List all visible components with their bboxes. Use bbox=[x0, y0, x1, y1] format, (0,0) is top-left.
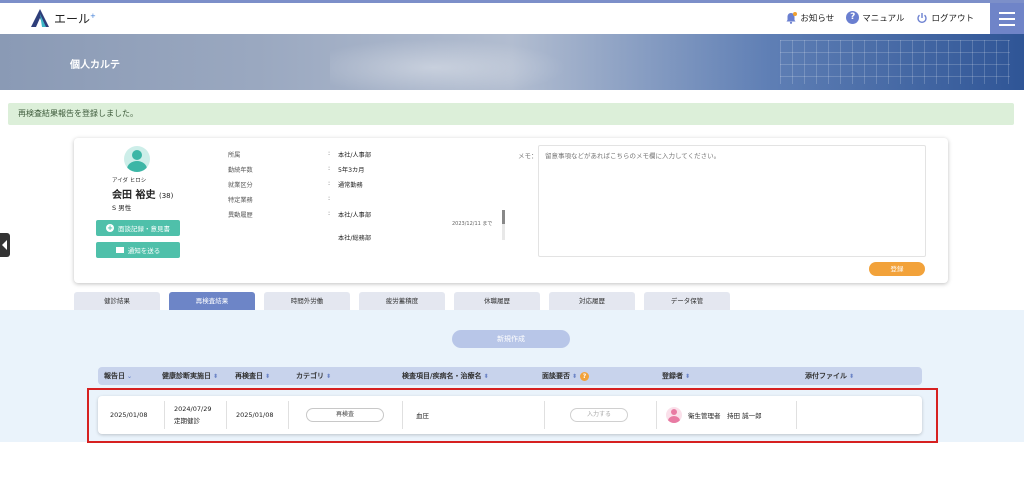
tab-recheck-results[interactable]: 再検査結果 bbox=[169, 292, 255, 310]
sort-icon: ⬍ bbox=[483, 373, 489, 380]
bell-icon bbox=[786, 11, 798, 24]
register-button[interactable]: 登録 bbox=[869, 262, 925, 276]
page-banner: 個人カルテ bbox=[0, 34, 1024, 90]
sidebar-toggle-button[interactable] bbox=[0, 233, 10, 257]
logo-icon bbox=[31, 9, 49, 27]
top-bar: エール+ お知らせ ? マニュアル ログアウト bbox=[0, 0, 1024, 34]
logout-label: ログアウト bbox=[931, 13, 974, 24]
col-exam-date[interactable]: 健康診断実施日 ⬍ bbox=[162, 367, 218, 385]
hamburger-icon bbox=[999, 11, 1015, 14]
col-registrant[interactable]: 登録者 ⬍ bbox=[662, 367, 690, 385]
table-header: 報告日 ⌄ 健康診断実施日 ⬍ 再検査日 ⬍ カテゴリ ⬍ 検査項目/疾病名・治療名 ⬍ … bbox=[98, 367, 922, 385]
manual-link[interactable]: ? マニュアル bbox=[846, 11, 904, 24]
hamburger-menu-button[interactable] bbox=[990, 3, 1024, 34]
logout-link[interactable]: ログアウト bbox=[916, 12, 974, 24]
col-item[interactable]: 検査項目/疾病名・治療名 ⬍ bbox=[402, 367, 489, 385]
memo-label: メモ： bbox=[518, 152, 538, 160]
memo-input[interactable] bbox=[538, 145, 926, 257]
col-recheck-date[interactable]: 再検査日 ⬍ bbox=[235, 367, 270, 385]
sort-icon: ⬍ bbox=[265, 373, 271, 380]
col-attachment[interactable]: 添付ファイル ⬍ bbox=[805, 367, 854, 385]
sort-icon: ⬍ bbox=[326, 373, 332, 380]
help-icon: ? bbox=[846, 11, 860, 24]
mail-icon bbox=[115, 247, 124, 253]
notifications-link[interactable]: お知らせ bbox=[785, 11, 835, 24]
sort-icon: ⬍ bbox=[849, 373, 855, 380]
app-root: エール+ お知らせ ? マニュアル ログアウト 個人カルテ 再検査結果報告を登録… bbox=[0, 0, 1024, 487]
success-notice: 再検査結果報告を登録しました。 bbox=[8, 103, 1014, 125]
sort-icon: ⬍ bbox=[213, 373, 219, 380]
col-report-date[interactable]: 報告日 ⌄ bbox=[104, 367, 132, 385]
manual-label: マニュアル bbox=[862, 13, 905, 24]
notifications-label: お知らせ bbox=[800, 13, 835, 24]
page-title: 個人カルテ bbox=[70, 60, 120, 71]
power-icon bbox=[917, 12, 928, 23]
sort-icon: ⬍ bbox=[572, 373, 578, 380]
history-until-date: 2023/12/11 まで bbox=[452, 221, 493, 227]
create-new-button[interactable]: 新規作成 bbox=[452, 330, 570, 348]
send-notice-button[interactable]: 通知を送る bbox=[96, 242, 180, 258]
employee-kana: アイダ ヒロシ bbox=[112, 178, 147, 184]
tab-data-storage[interactable]: データ保管 bbox=[644, 292, 730, 310]
tab-overtime[interactable]: 時間外労働 bbox=[264, 292, 350, 310]
help-icon[interactable]: ? bbox=[580, 371, 590, 381]
top-actions: お知らせ ? マニュアル ログアウト bbox=[785, 11, 974, 24]
employee-gender: S 男性 bbox=[112, 204, 132, 212]
sort-icon: ⬍ bbox=[685, 373, 691, 380]
col-category[interactable]: カテゴリ ⬍ bbox=[296, 367, 331, 385]
sort-icon: ⌄ bbox=[127, 373, 133, 380]
history-scrollbar[interactable] bbox=[502, 210, 505, 240]
tab-fatigue[interactable]: 疲労蓄積度 bbox=[359, 292, 445, 310]
highlight-box bbox=[87, 388, 938, 443]
employee-name: 会田 裕史 (38) bbox=[112, 190, 174, 201]
logo-text: エール+ bbox=[54, 11, 96, 26]
tab-response-history[interactable]: 対応履歴 bbox=[549, 292, 635, 310]
profile-card: アイダ ヒロシ 会田 裕史 (38) S 男性 + 面談記録・意見書 通知を送る… bbox=[74, 138, 948, 283]
tab-checkup-results[interactable]: 健診結果 bbox=[74, 292, 160, 310]
plus-icon: + bbox=[106, 224, 114, 232]
interview-record-button[interactable]: + 面談記録・意見書 bbox=[96, 220, 180, 236]
col-interview[interactable]: 面談要否 ⬍? bbox=[542, 367, 590, 385]
avatar bbox=[124, 146, 150, 172]
logo[interactable]: エール+ bbox=[30, 8, 96, 28]
tab-leave-history[interactable]: 休職履歴 bbox=[454, 292, 540, 310]
